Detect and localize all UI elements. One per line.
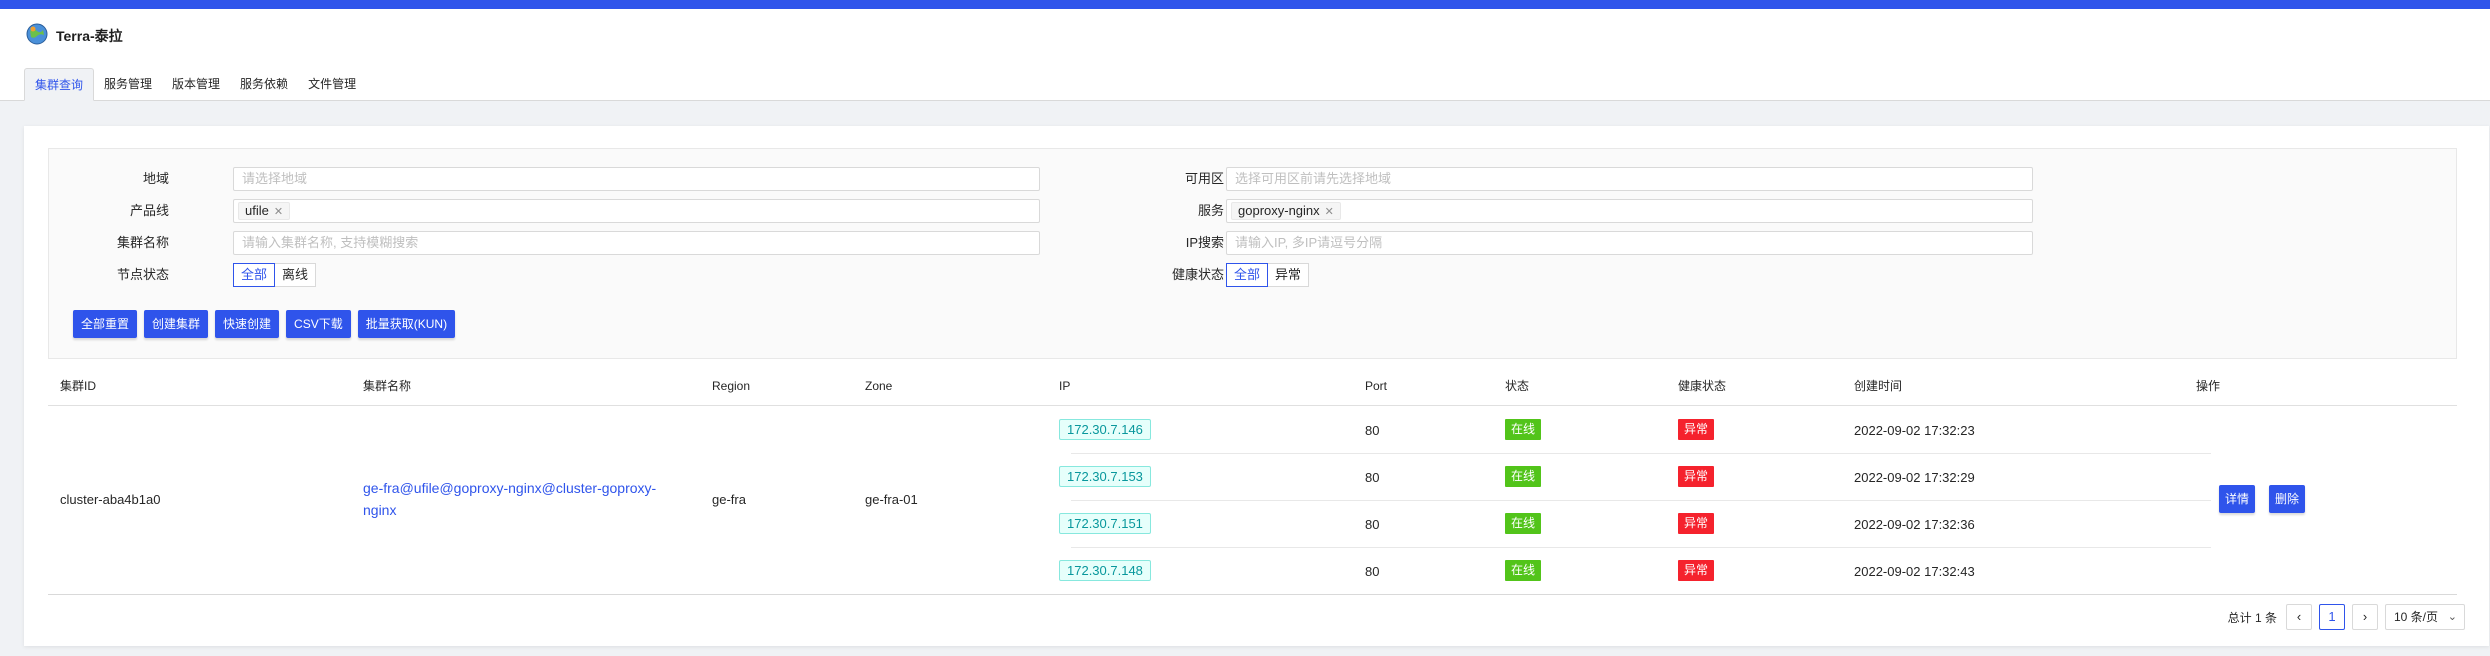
product-line-select[interactable]: ufile ✕ bbox=[233, 199, 1040, 223]
product-tag-label: ufile bbox=[245, 203, 269, 218]
health-status-all[interactable]: 全部 bbox=[1226, 263, 1269, 287]
batch-fetch-button[interactable]: 批量获取(KUN) bbox=[357, 310, 456, 338]
page-size-select[interactable]: 10 条/页 ⌄ bbox=[2385, 604, 2465, 630]
health-badge: 异常 bbox=[1678, 513, 1715, 534]
app-title: Terra-泰拉 bbox=[56, 28, 123, 44]
service-tag-label: goproxy-nginx bbox=[1238, 203, 1320, 218]
tab-file-management[interactable]: 文件管理 bbox=[298, 68, 366, 101]
filter-row-4: 节点状态 全部 离线 健康状态 全部 异常 bbox=[49, 263, 2449, 287]
health-status-abnormal[interactable]: 异常 bbox=[1268, 263, 1310, 287]
reset-all-button[interactable]: 全部重置 bbox=[73, 310, 138, 338]
ip-tag: 172.30.7.148 bbox=[1059, 560, 1151, 581]
filter-row-1: 地域 请选择地域 可用区 选择可用区前请先选择地域 bbox=[49, 167, 2449, 191]
zone-cell: ge-fra-01 bbox=[865, 492, 918, 507]
col-actions: 操作 bbox=[2196, 379, 2221, 393]
status-badge: 在线 bbox=[1505, 466, 1542, 487]
row-divider bbox=[1071, 500, 2211, 501]
row-divider bbox=[1071, 453, 2211, 454]
col-cluster-id: 集群ID bbox=[60, 379, 97, 393]
health-badge: 异常 bbox=[1678, 560, 1715, 581]
node-status-offline[interactable]: 离线 bbox=[275, 263, 317, 287]
close-icon[interactable]: ✕ bbox=[274, 206, 283, 218]
top-accent-bar bbox=[0, 0, 2490, 9]
health-badge: 异常 bbox=[1678, 419, 1715, 440]
filter-row-3: 集群名称 请输入集群名称, 支持模糊搜索 IP搜索 请输入IP, 多IP请逗号分… bbox=[49, 231, 2449, 255]
prev-page-button[interactable]: ‹ bbox=[2286, 604, 2312, 630]
status-badge: 在线 bbox=[1505, 419, 1542, 440]
tab-cluster-query[interactable]: 集群查询 bbox=[24, 68, 95, 101]
region-select[interactable]: 请选择地域 bbox=[233, 167, 1040, 191]
page-size-label: 10 条/页 bbox=[2394, 610, 2439, 624]
create-cluster-button[interactable]: 创建集群 bbox=[144, 310, 209, 338]
close-icon[interactable]: ✕ bbox=[1325, 206, 1334, 218]
col-region: Region bbox=[712, 379, 751, 393]
chevron-down-icon: ⌄ bbox=[2447, 611, 2457, 623]
port-cell: 80 bbox=[1365, 470, 1380, 485]
product-line-label: 产品线 bbox=[129, 203, 169, 218]
node-status-label: 节点状态 bbox=[116, 267, 169, 282]
next-page-button[interactable]: › bbox=[2352, 604, 2378, 630]
region-cell: ge-fra bbox=[712, 492, 746, 507]
service-label: 服务 bbox=[1197, 203, 1224, 218]
product-tag: ufile ✕ bbox=[238, 202, 291, 220]
main-tabs: 集群查询 服务管理 版本管理 服务依赖 文件管理 bbox=[24, 68, 366, 101]
created-time-cell: 2022-09-02 17:32:29 bbox=[1854, 470, 1975, 485]
created-time-cell: 2022-09-02 17:32:23 bbox=[1854, 423, 1975, 438]
tab-service-dependency[interactable]: 服务依赖 bbox=[230, 68, 298, 101]
port-cell: 80 bbox=[1365, 517, 1380, 532]
total-count: 总计 1 条 bbox=[2227, 610, 2277, 625]
table-bottom-border bbox=[48, 594, 2457, 595]
node-status-radio: 全部 离线 bbox=[233, 263, 317, 287]
detail-button[interactable]: 详情 bbox=[2219, 485, 2256, 513]
status-badge: 在线 bbox=[1505, 513, 1542, 534]
service-tag: goproxy-nginx ✕ bbox=[1231, 202, 1341, 220]
cluster-id-cell: cluster-aba4b1a0 bbox=[60, 492, 161, 507]
delete-button[interactable]: 删除 bbox=[2269, 485, 2306, 513]
health-status-radio: 全部 异常 bbox=[1226, 263, 1310, 287]
cluster-name-input[interactable]: 请输入集群名称, 支持模糊搜索 bbox=[233, 231, 1040, 255]
col-status: 状态 bbox=[1505, 379, 1530, 393]
col-created: 创建时间 bbox=[1854, 379, 1903, 393]
status-badge: 在线 bbox=[1505, 560, 1542, 581]
action-buttons: 全部重置 创建集群 快速创建 CSV下载 批量获取(KUN) bbox=[73, 310, 456, 338]
col-ip: IP bbox=[1059, 379, 1071, 393]
created-time-cell: 2022-09-02 17:32:36 bbox=[1854, 517, 1975, 532]
quick-create-button[interactable]: 快速创建 bbox=[215, 310, 280, 338]
col-cluster-name: 集群名称 bbox=[363, 379, 412, 393]
content-card: 地域 请选择地域 可用区 选择可用区前请先选择地域 产品线 ufile ✕ 服务 … bbox=[24, 126, 2489, 646]
ip-tag: 172.30.7.151 bbox=[1059, 513, 1151, 534]
col-port: Port bbox=[1365, 379, 1388, 393]
node-status-all[interactable]: 全部 bbox=[233, 263, 276, 287]
page-1-button[interactable]: 1 bbox=[2319, 604, 2345, 630]
filter-row-2: 产品线 ufile ✕ 服务 goproxy-nginx ✕ bbox=[49, 199, 2449, 223]
row-divider bbox=[1071, 547, 2211, 548]
globe-logo-icon bbox=[26, 23, 48, 45]
ip-tag: 172.30.7.146 bbox=[1059, 419, 1151, 440]
pagination: 总计 1 条 ‹ 1 › 10 条/页 ⌄ bbox=[2228, 604, 2465, 630]
zone-select[interactable]: 选择可用区前请先选择地域 bbox=[1226, 167, 2033, 191]
port-cell: 80 bbox=[1365, 564, 1380, 579]
filter-panel: 地域 请选择地域 可用区 选择可用区前请先选择地域 产品线 ufile ✕ 服务 … bbox=[48, 148, 2457, 359]
table-header: 集群ID 集群名称 Region Zone IP Port 状态 健康状态 创建… bbox=[48, 366, 2457, 406]
ip-tag: 172.30.7.153 bbox=[1059, 466, 1151, 487]
health-status-label: 健康状态 bbox=[1171, 267, 1224, 282]
zone-label: 可用区 bbox=[1184, 171, 1224, 186]
ip-search-input[interactable]: 请输入IP, 多IP请逗号分隔 bbox=[1226, 231, 2033, 255]
ip-search-label: IP搜索 bbox=[1185, 235, 1224, 250]
tab-service-management[interactable]: 服务管理 bbox=[94, 68, 162, 101]
app-header: Terra-泰拉 集群查询 服务管理 版本管理 服务依赖 文件管理 bbox=[0, 9, 2490, 101]
port-cell: 80 bbox=[1365, 423, 1380, 438]
col-health: 健康状态 bbox=[1678, 379, 1727, 393]
tab-version-management[interactable]: 版本管理 bbox=[162, 68, 230, 101]
col-zone: Zone bbox=[865, 379, 893, 393]
health-badge: 异常 bbox=[1678, 466, 1715, 487]
service-select[interactable]: goproxy-nginx ✕ bbox=[1226, 199, 2033, 223]
created-time-cell: 2022-09-02 17:32:43 bbox=[1854, 564, 1975, 579]
csv-download-button[interactable]: CSV下载 bbox=[286, 310, 351, 338]
region-label: 地域 bbox=[142, 171, 169, 186]
cluster-name-link[interactable]: ge-fra@ufile@goproxy-nginx@cluster-gopro… bbox=[363, 477, 663, 521]
cluster-name-label: 集群名称 bbox=[116, 235, 169, 250]
